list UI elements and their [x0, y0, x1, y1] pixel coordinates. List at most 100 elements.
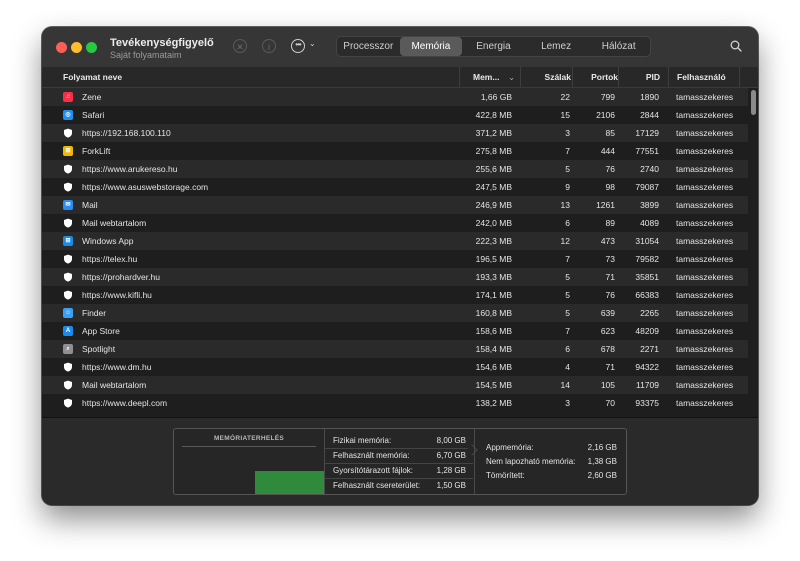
table-row[interactable]: ⊞ ForkLift 275,8 MB 7 444 77551 tamasszekeres [42, 142, 748, 160]
memory-breakdown-label: Tömörített: [486, 471, 525, 480]
process-ports: 76 [605, 164, 615, 174]
chevron-down-icon: ⌄ [309, 39, 316, 48]
table-row[interactable]: A App Store 158,6 MB 7 623 48209 tamasszekeres [42, 322, 748, 340]
info-icon[interactable]: i [262, 39, 276, 53]
memory-breakdown-label: Nem lapozható memória: [486, 457, 576, 466]
process-pid: 3899 [640, 200, 659, 210]
table-row[interactable]: https://www.dm.hu 154,6 MB 4 71 94322 tamassz… [42, 358, 748, 376]
column-header-threads-label: Szálak [544, 72, 571, 82]
process-name: https://www.deepl.com [82, 398, 168, 408]
table-row[interactable]: Mail webtartalom 154,5 MB 14 105 11709 tamass… [42, 376, 748, 394]
memory-stat-row: Felhasznált memória: 6,70 GB [325, 448, 473, 464]
column-header-memory[interactable]: Mem... ⌄ [459, 67, 520, 87]
process-ports: 678 [600, 344, 615, 354]
process-name: https://telex.hu [82, 254, 138, 264]
zoom-window-button[interactable] [86, 42, 97, 53]
memory-stat-value: 6,70 GB [436, 451, 466, 460]
more-actions-button[interactable]: ••• ⌄ [291, 38, 319, 54]
memory-breakdown-row: Nem lapozható memória: 1,38 GB [475, 455, 625, 468]
table-row[interactable]: https://www.asuswebstorage.com 247,5 MB 9 9… [42, 178, 748, 196]
table-row[interactable]: Mail webtartalom 242,0 MB 6 89 4089 tamasszek… [42, 214, 748, 232]
close-window-button[interactable] [56, 42, 67, 53]
process-memory: 247,5 MB [475, 182, 512, 192]
table-header: Folyamat neve Mem... ⌄ Szálak Portok PID… [42, 67, 758, 88]
process-threads: 12 [560, 236, 570, 246]
table-row[interactable]: https://prohardver.hu 193,3 MB 5 71 35851 tam… [42, 268, 748, 286]
music-icon: ♫ [63, 92, 73, 102]
scrollbar[interactable] [750, 88, 758, 415]
windows-app-icon: ⊞ [63, 236, 73, 246]
column-header-pid[interactable]: PID [618, 67, 662, 87]
process-ports: 639 [600, 308, 615, 318]
column-header-name[interactable]: Folyamat neve [63, 67, 122, 87]
process-pid: 4089 [640, 218, 659, 228]
process-user: tamasszekeres [676, 92, 734, 102]
safari-icon: ◎ [63, 110, 73, 120]
process-name: Spotlight [82, 344, 116, 354]
table-row[interactable]: https://192.168.100.110 371,2 MB 3 85 17129 t… [42, 124, 748, 142]
process-pid: 93375 [635, 398, 659, 408]
process-threads: 15 [560, 110, 570, 120]
process-name: ForkLift [82, 146, 111, 156]
table-row[interactable]: ◎ Safari 422,8 MB 15 2106 2844 tamasszekeres [42, 106, 748, 124]
process-user: tamasszekeres [676, 236, 734, 246]
process-name: https://www.kifli.hu [82, 290, 152, 300]
process-ports: 1261 [596, 200, 615, 210]
process-memory: 154,6 MB [475, 362, 512, 372]
sort-descending-icon: ⌄ [508, 72, 516, 82]
process-pid: 2740 [640, 164, 659, 174]
table-row[interactable]: ✉ Mail 246,9 MB 13 1261 3899 tamasszekeres [42, 196, 748, 214]
process-pid: 79087 [635, 182, 659, 192]
tab-energia[interactable]: Energia [462, 37, 525, 56]
table-row[interactable]: https://www.deepl.com 138,2 MB 3 70 93375 tam… [42, 394, 748, 412]
process-user: tamasszekeres [676, 326, 734, 336]
process-memory: 174,1 MB [475, 290, 512, 300]
process-pid: 94322 [635, 362, 659, 372]
tab-lemez[interactable]: Lemez [525, 37, 588, 56]
column-header-ports[interactable]: Portok [572, 67, 618, 87]
process-user: tamasszekeres [676, 290, 734, 300]
process-name: Finder [82, 308, 107, 318]
shield-icon [63, 290, 73, 300]
process-pid: 79582 [635, 254, 659, 264]
process-threads: 13 [560, 200, 570, 210]
process-user: tamasszekeres [676, 308, 734, 318]
table-row[interactable]: ⌕ Spotlight 158,4 MB 6 678 2271 tamasszekeres [42, 340, 748, 358]
memory-stat-label: Felhasznált csereterület: [333, 481, 421, 490]
search-icon[interactable] [730, 40, 742, 52]
window-subtitle[interactable]: Saját folyamataim [110, 50, 182, 60]
column-header-user[interactable]: Felhasználó [668, 67, 739, 87]
process-threads: 9 [565, 182, 570, 192]
table-row[interactable]: ⊞ Windows App 222,3 MB 12 473 31054 tamasszeke… [42, 232, 748, 250]
process-user: tamasszekeres [676, 164, 734, 174]
process-memory: 275,8 MB [475, 146, 512, 156]
scrollbar-thumb[interactable] [751, 90, 756, 115]
memory-stat-row: Fizikai memória: 8,00 GB [325, 433, 473, 449]
process-user: tamasszekeres [676, 110, 734, 120]
table-row[interactable]: ♫ Zene 1,66 GB 22 799 1890 tamasszekeres [42, 88, 748, 106]
shield-icon [63, 398, 73, 408]
activity-monitor-window: Tevékenységfigyelő Saját folyamataim ✕ i… [42, 27, 758, 505]
column-separator [739, 67, 741, 87]
tab-memória[interactable]: Memória [399, 37, 463, 56]
process-ports: 76 [605, 290, 615, 300]
process-threads: 7 [565, 326, 570, 336]
process-ports: 71 [605, 272, 615, 282]
process-ports: 70 [605, 398, 615, 408]
tab-processzor[interactable]: Processzor [337, 37, 400, 56]
x-circle-icon[interactable]: ✕ [233, 39, 247, 53]
column-header-threads[interactable]: Szálak [520, 67, 572, 87]
table-row[interactable]: https://www.arukereso.hu 255,6 MB 5 76 2740 t… [42, 160, 748, 178]
table-row[interactable]: ☺ Finder 160,8 MB 5 639 2265 tamasszekeres [42, 304, 748, 322]
process-user: tamasszekeres [676, 362, 734, 372]
table-row[interactable]: https://www.kifli.hu 174,1 MB 5 76 66383 tama… [42, 286, 748, 304]
process-name: Windows App [82, 236, 134, 246]
process-pid: 17129 [635, 128, 659, 138]
table-row[interactable]: https://telex.hu 196,5 MB 7 73 79582 tamassze… [42, 250, 748, 268]
minimize-window-button[interactable] [71, 42, 82, 53]
tab-hálózat[interactable]: Hálózat [587, 37, 650, 56]
process-ports: 85 [605, 128, 615, 138]
process-user: tamasszekeres [676, 344, 734, 354]
process-pid: 2271 [640, 344, 659, 354]
memory-stats: Fizikai memória: 8,00 GB Felhasznált memór… [325, 429, 473, 494]
